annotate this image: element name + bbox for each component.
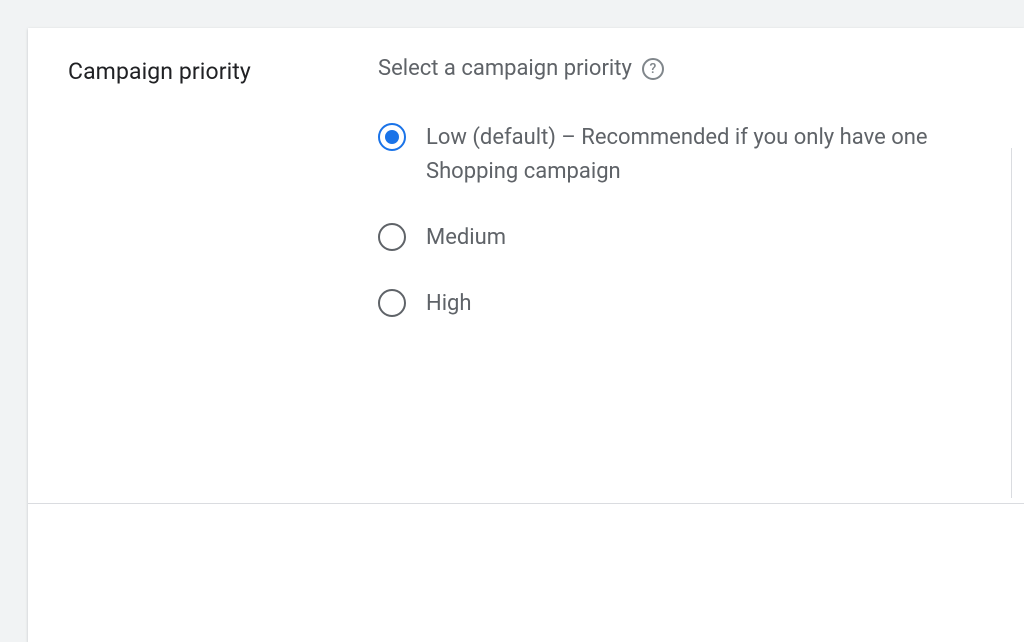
card-main: Campaign priority Select a campaign prio…: [28, 28, 1024, 503]
side-divider: [1011, 148, 1012, 498]
priority-radio-group: Low (default) – Recommended if you only …: [378, 121, 994, 321]
section-subtitle: Select a campaign priority: [378, 56, 632, 81]
card-bottom: [28, 504, 1024, 642]
radio-option-low[interactable]: Low (default) – Recommended if you only …: [378, 121, 994, 189]
radio-option-high[interactable]: High: [378, 287, 994, 321]
radio-label-medium: Medium: [426, 221, 506, 255]
subtitle-row: Select a campaign priority ?: [378, 56, 994, 81]
radio-button-icon: [378, 289, 406, 317]
radio-label-high: High: [426, 287, 472, 321]
section-title: Campaign priority: [68, 58, 378, 85]
right-column: Select a campaign priority ? Low (defaul…: [378, 56, 1024, 503]
radio-label-low: Low (default) – Recommended if you only …: [426, 121, 986, 189]
radio-button-icon: [378, 123, 406, 151]
settings-card: Campaign priority Select a campaign prio…: [28, 28, 1024, 642]
radio-button-icon: [378, 223, 406, 251]
left-column: Campaign priority: [28, 56, 378, 503]
radio-option-medium[interactable]: Medium: [378, 221, 994, 255]
help-icon[interactable]: ?: [642, 58, 664, 80]
